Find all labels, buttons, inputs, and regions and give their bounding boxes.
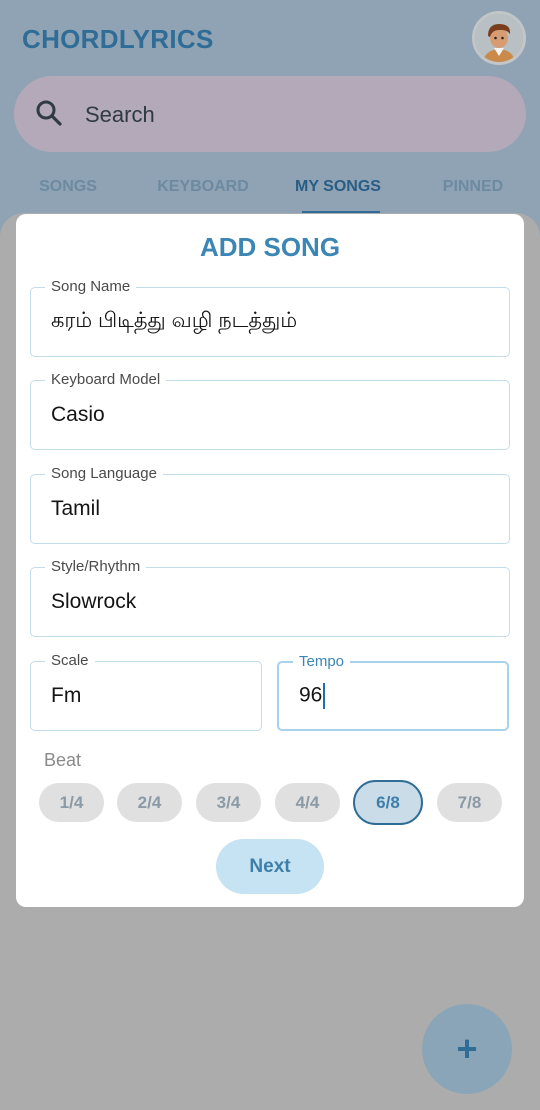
tab-pinned[interactable]: PINNED <box>413 178 533 196</box>
text-caret <box>323 683 326 709</box>
next-button[interactable]: Next <box>216 839 324 894</box>
avatar[interactable] <box>472 11 526 65</box>
song-language-field[interactable]: Song Language Tamil <box>30 464 510 544</box>
tempo-input[interactable]: 96 <box>299 683 326 709</box>
style-rhythm-field[interactable]: Style/Rhythm Slowrock <box>30 557 510 637</box>
dialog-title: ADD SONG <box>199 232 341 262</box>
keyboard-model-label: Keyboard Model <box>45 370 167 390</box>
tab-my-songs[interactable]: MY SONGS <box>278 178 398 196</box>
song-language-label: Song Language <box>45 464 163 484</box>
beat-chip-7-8[interactable]: 7/8 <box>437 783 502 822</box>
beat-chip-1-4[interactable]: 1/4 <box>39 783 104 822</box>
style-rhythm-label: Style/Rhythm <box>45 557 147 577</box>
style-rhythm-value: Slowrock <box>51 590 137 613</box>
song-name-label: Song Name <box>45 277 137 297</box>
search-icon[interactable] <box>34 98 64 128</box>
beat-chip-4-4[interactable]: 4/4 <box>275 783 340 822</box>
scale-label: Scale <box>45 651 95 671</box>
tab-keyboard[interactable]: KEYBOARD <box>143 178 263 196</box>
tab-songs[interactable]: SONGS <box>8 178 128 196</box>
scale-field[interactable]: Scale Fm <box>30 651 262 731</box>
scale-value: Fm <box>51 684 82 707</box>
plus-icon: + <box>456 1028 478 1069</box>
keyboard-model-value: Casio <box>51 403 105 426</box>
search-input[interactable]: Search <box>85 102 155 128</box>
beat-label: Beat <box>44 750 82 770</box>
app-title: CHORDLYRICS <box>22 24 214 54</box>
keyboard-model-field[interactable]: Keyboard Model Casio <box>30 370 510 450</box>
tempo-value: 96 <box>299 683 323 707</box>
beat-chip-2-4[interactable]: 2/4 <box>117 783 182 822</box>
song-language-value: Tamil <box>51 497 101 520</box>
beat-chip-3-4[interactable]: 3/4 <box>196 783 261 822</box>
beat-chip-6-8[interactable]: 6/8 <box>353 780 423 825</box>
tempo-label: Tempo <box>293 652 351 672</box>
tempo-field[interactable]: Tempo 96 <box>277 652 509 731</box>
song-name-value: கரம் பிடித்து வழி நடத்தும் <box>51 309 298 332</box>
song-name-field[interactable]: Song Name கரம் பிடித்து வழி நடத்தும் <box>30 277 510 357</box>
